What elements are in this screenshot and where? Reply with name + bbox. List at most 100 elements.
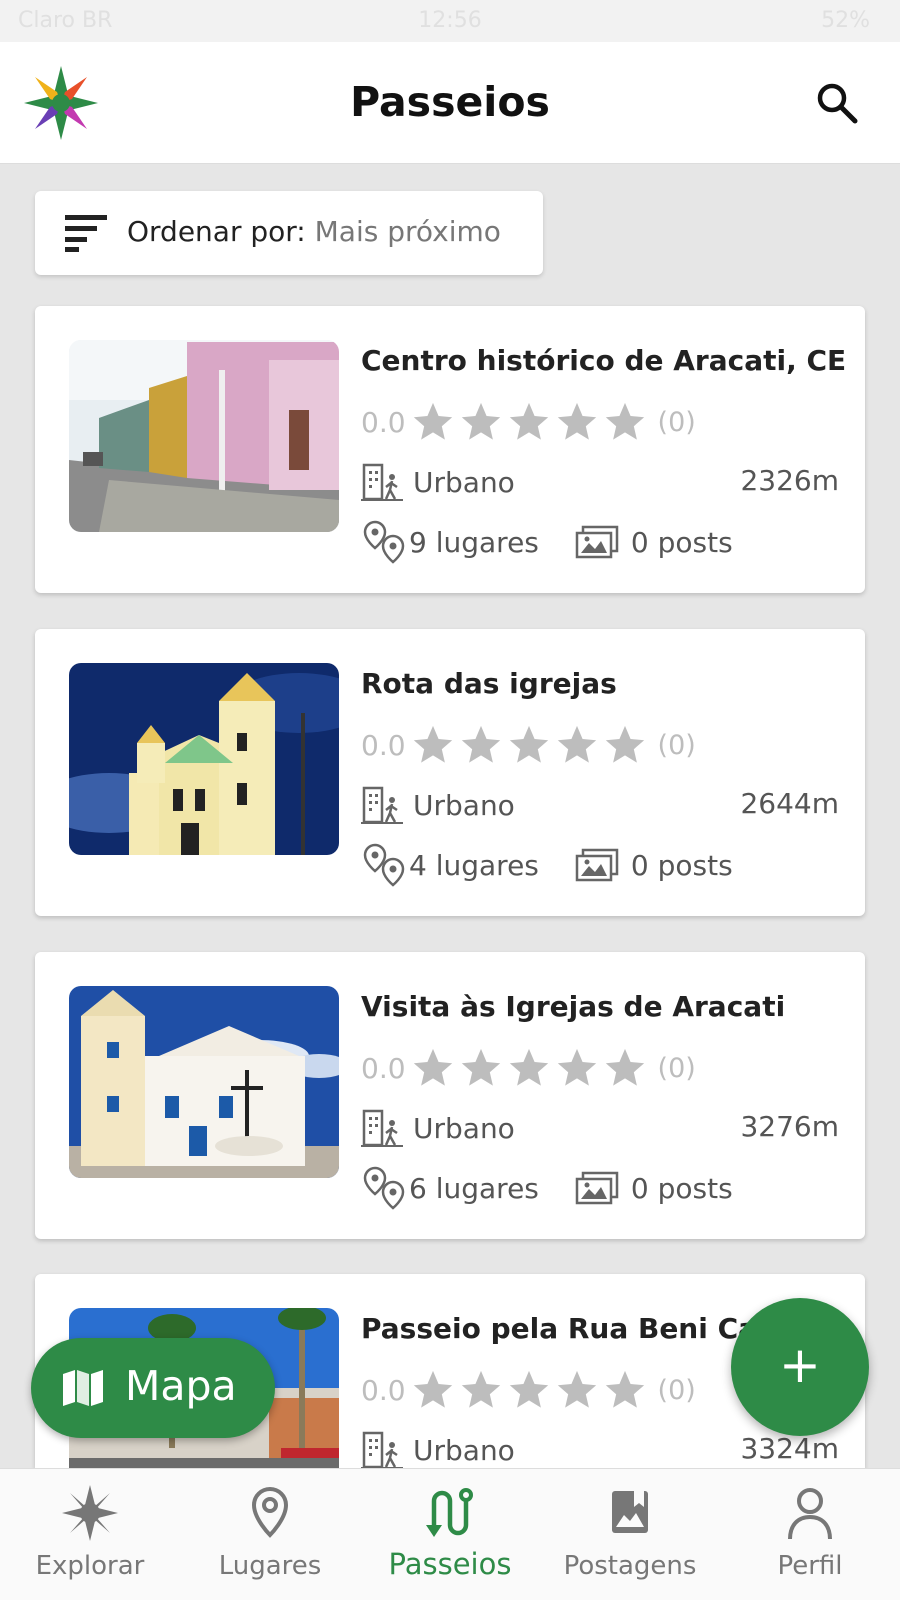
tour-rating: 0.0 (0) <box>361 721 696 769</box>
star-icon <box>509 1370 548 1408</box>
posts-count: 0 posts <box>630 1171 733 1205</box>
tour-category: Urbano <box>361 462 515 502</box>
battery-label: 52% <box>821 8 870 33</box>
sort-text: Ordenar por: Mais próximo <box>127 215 501 248</box>
nav-postagens[interactable]: Postagens <box>540 1469 720 1600</box>
star-icon <box>509 1048 548 1086</box>
nav-label: Explorar <box>35 1551 145 1581</box>
tour-meta: 4 lugares 0 posts <box>361 841 733 889</box>
star-icon <box>557 402 596 440</box>
nav-passeios[interactable]: Passeios <box>360 1469 540 1600</box>
tour-name: Visita às Igrejas de Aracati <box>361 990 786 1023</box>
places-count: 6 lugares <box>409 1171 539 1205</box>
status-bar: Claro BR 12:56 52% <box>0 0 900 42</box>
location-pin-icon <box>251 1486 289 1538</box>
photos-icon <box>575 848 619 882</box>
star-icon <box>557 725 596 763</box>
star-icon <box>461 1048 500 1086</box>
category-label: Urbano <box>413 1111 515 1145</box>
sort-selector[interactable]: Ordenar por: Mais próximo <box>35 191 543 275</box>
photos-icon <box>575 525 619 559</box>
places-count: 9 lugares <box>409 525 539 559</box>
tour-distance: 2326m <box>740 464 839 497</box>
star-icon <box>605 1370 644 1408</box>
places-pin-icon <box>363 843 405 887</box>
rating-count: (0) <box>657 406 696 438</box>
tour-thumbnail <box>69 986 339 1178</box>
route-icon <box>426 1488 473 1537</box>
star-icon <box>461 725 500 763</box>
rating-value: 0.0 <box>361 1373 406 1407</box>
star-icon <box>605 1048 644 1086</box>
star-icon <box>557 1370 596 1408</box>
search-icon[interactable] <box>814 80 860 126</box>
urban-walk-icon <box>361 1109 403 1147</box>
photos-icon <box>575 1171 619 1205</box>
compass-star-icon <box>62 1485 118 1541</box>
urban-walk-icon <box>361 786 403 824</box>
posts-count: 0 posts <box>630 848 733 882</box>
sort-label: Ordenar por: <box>127 215 306 248</box>
bottom-navigation: Explorar Lugares Passeios Postagens Perf… <box>0 1468 900 1600</box>
add-tour-button[interactable]: + <box>731 1298 869 1436</box>
star-icon <box>413 725 452 763</box>
posts-count: 0 posts <box>630 525 733 559</box>
add-icon: + <box>779 1336 821 1394</box>
star-icon <box>413 402 452 440</box>
places-count: 4 lugares <box>409 848 539 882</box>
star-icon <box>605 725 644 763</box>
star-icon <box>509 725 548 763</box>
tour-meta: 9 lugares 0 posts <box>361 518 733 566</box>
star-icon <box>461 1370 500 1408</box>
tour-distance: 3276m <box>740 1110 839 1143</box>
tour-card[interactable]: Visita às Igrejas de Aracati 0.0 (0) Urb… <box>35 952 865 1239</box>
tour-thumbnail <box>69 340 339 532</box>
places-pin-icon <box>363 520 405 564</box>
star-icon <box>413 1048 452 1086</box>
tour-card[interactable]: Centro histórico de Aracati, CE 0.0 (0) … <box>35 306 865 593</box>
tour-meta: 6 lugares 0 posts <box>361 1164 733 1212</box>
rating-value: 0.0 <box>361 405 406 439</box>
nav-label: Lugares <box>218 1551 322 1581</box>
tour-category: Urbano <box>361 1108 515 1148</box>
rating-count: (0) <box>657 1374 696 1406</box>
tour-distance: 3324m <box>740 1432 839 1465</box>
map-icon <box>63 1370 103 1406</box>
rating-count: (0) <box>657 1052 696 1084</box>
nav-perfil[interactable]: Perfil <box>720 1469 900 1600</box>
urban-walk-icon <box>361 1431 403 1468</box>
page-title: Passeios <box>350 78 550 126</box>
rating-value: 0.0 <box>361 728 406 762</box>
category-label: Urbano <box>413 465 515 499</box>
category-label: Urbano <box>413 1433 515 1467</box>
photo-book-icon <box>612 1491 648 1533</box>
star-icon <box>605 402 644 440</box>
star-icon <box>461 402 500 440</box>
map-button[interactable]: Mapa <box>31 1338 275 1438</box>
places-pin-icon <box>363 1166 405 1210</box>
tour-category: Urbano <box>361 785 515 825</box>
star-icon <box>557 1048 596 1086</box>
nav-label: Perfil <box>777 1551 843 1581</box>
tour-category: Urbano <box>361 1430 515 1468</box>
star-icon <box>509 402 548 440</box>
tour-card[interactable]: Rota das igrejas 0.0 (0) Urbano 2644m 4 … <box>35 629 865 916</box>
tour-name: Rota das igrejas <box>361 667 617 700</box>
sort-value: Mais próximo <box>314 215 501 248</box>
app-bar: Passeios <box>0 42 900 164</box>
nav-label: Passeios <box>388 1547 512 1581</box>
nav-label: Postagens <box>563 1551 697 1581</box>
tour-name: Centro histórico de Aracati, CE <box>361 344 847 377</box>
tour-rating: 0.0 (0) <box>361 398 696 446</box>
nav-explorar[interactable]: Explorar <box>0 1469 180 1600</box>
category-label: Urbano <box>413 788 515 822</box>
tour-rating: 0.0 (0) <box>361 1044 696 1092</box>
clock: 12:56 <box>418 8 482 33</box>
urban-walk-icon <box>361 463 403 501</box>
star-icon <box>413 1370 452 1408</box>
rating-value: 0.0 <box>361 1051 406 1085</box>
tour-name: Passeio pela Rua Beni Carv <box>361 1312 790 1345</box>
sort-icon <box>65 215 107 252</box>
nav-lugares[interactable]: Lugares <box>180 1469 360 1600</box>
tour-distance: 2644m <box>740 787 839 820</box>
